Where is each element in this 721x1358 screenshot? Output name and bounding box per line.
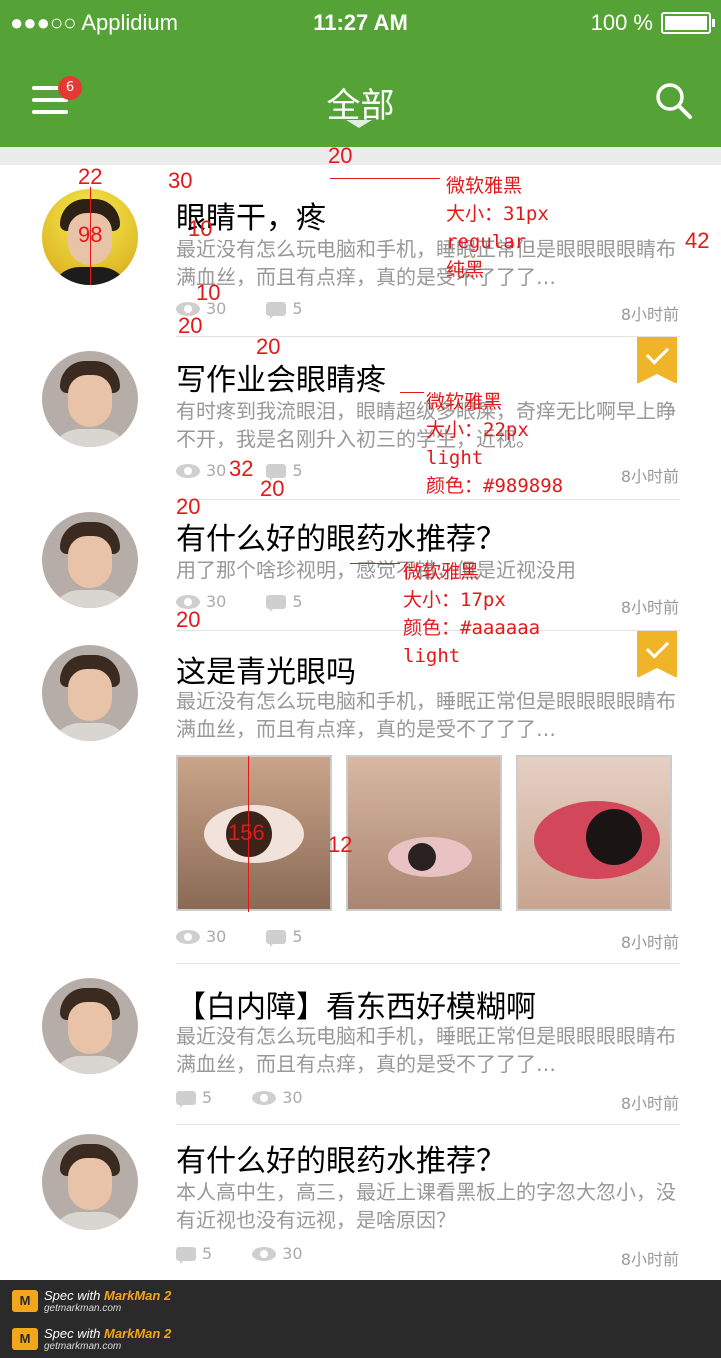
eye-icon xyxy=(252,1090,277,1105)
avatar[interactable] xyxy=(42,978,138,1074)
markman-logo: M Spec with MarkMan 2 getmarkman.com xyxy=(12,1326,171,1352)
post-title[interactable]: 有什么好的眼药水推荐？ xyxy=(176,1136,506,1180)
nav-bar: 6 全部 xyxy=(0,50,721,147)
post-body: 最近没有怎么玩电脑和手机，睡眠正常但是眼眼眼眼睛布满血丝，而且有点痒，真的是受不… xyxy=(176,689,676,741)
font-spec-note: 微软雅黑 大小：17px 颜色：#aaaaaa light xyxy=(403,561,541,667)
bookmark-icon[interactable] xyxy=(637,337,677,384)
comment-icon xyxy=(266,594,287,612)
divider xyxy=(176,1124,680,1125)
post-body: 本人高中生，高三，最近上课看黑板上的字忽大忽小，没有近视也没有远视，是啥原因？ xyxy=(176,1180,676,1232)
view-count: 30 xyxy=(206,927,227,946)
post-meta: 5 30 xyxy=(176,1088,303,1108)
post-meta: 30 5 xyxy=(176,927,303,947)
post-title[interactable]: 这是青光眼吗 xyxy=(176,647,356,691)
dimension-label: 20 xyxy=(260,476,285,501)
timestamp: 8小时前 xyxy=(620,305,679,324)
leader-line xyxy=(350,563,400,564)
timestamp: 8小时前 xyxy=(620,467,679,486)
dimension-label: 20 xyxy=(176,607,201,632)
feed-top-divider xyxy=(0,147,721,165)
post-title[interactable]: 有什么好的眼药水推荐？ xyxy=(176,514,506,558)
comment-count: 5 xyxy=(202,1244,213,1263)
font-spec-note: 微软雅黑 大小：31px regular 纯黑 xyxy=(446,175,549,281)
battery-icon xyxy=(661,12,715,34)
font-spec-note: 微软雅黑 大小：22px light 颜色：#989898 xyxy=(426,391,564,497)
comment-count: 5 xyxy=(292,461,303,480)
dimension-label: 20 xyxy=(178,313,203,338)
eye-photo-thumbnail[interactable] xyxy=(346,755,502,911)
dimension-label: 10 xyxy=(196,280,221,305)
eye-icon xyxy=(176,929,200,944)
view-count: 30 xyxy=(282,1244,303,1263)
dimension-label: 30 xyxy=(168,168,193,193)
dimension-label: 20 xyxy=(328,143,353,168)
view-count: 30 xyxy=(206,461,227,480)
eye-icon xyxy=(176,463,200,478)
status-bar: ●●●○○ Applidium 11:27 AM 100 % xyxy=(0,0,721,50)
dimension-label: 22 xyxy=(78,164,103,189)
avatar[interactable] xyxy=(42,1134,138,1230)
timestamp: 8小时前 xyxy=(620,598,679,617)
view-count: 30 xyxy=(282,1088,303,1107)
post-meta: 5 30 xyxy=(176,1244,303,1264)
comment-icon xyxy=(176,1246,196,1264)
battery-percent: 100 % xyxy=(590,10,653,35)
dimension-label: 156 xyxy=(228,820,265,845)
divider xyxy=(176,963,680,964)
comment-icon xyxy=(266,301,287,319)
dimension-label: 20 xyxy=(176,494,201,519)
post-body: 最近没有怎么玩电脑和手机，睡眠正常但是眼眼眼眼睛布满血丝，而且有点痒，真的是受不… xyxy=(176,237,676,289)
timestamp: 8小时前 xyxy=(620,1094,679,1113)
dimension-label: 12 xyxy=(328,832,353,857)
bookmark-icon[interactable] xyxy=(637,631,677,678)
chevron-down-icon[interactable] xyxy=(346,120,372,128)
dimension-label: 10 xyxy=(188,216,213,241)
post-title[interactable]: 写作业会眼睛疼 xyxy=(176,355,386,399)
comment-count: 5 xyxy=(292,592,303,611)
view-count: 30 xyxy=(206,592,227,611)
comment-count: 5 xyxy=(292,299,303,318)
leader-line xyxy=(400,392,424,393)
dimension-label: 20 xyxy=(256,334,281,359)
timestamp: 8小时前 xyxy=(620,1250,679,1269)
comment-count: 5 xyxy=(292,927,303,946)
comment-icon xyxy=(266,929,287,947)
eye-icon xyxy=(252,1246,277,1261)
comment-icon xyxy=(176,1090,196,1108)
markman-footer: M Spec with MarkMan 2 getmarkman.com M Sp… xyxy=(0,1280,721,1358)
leader-line xyxy=(330,178,440,179)
dimension-label: 42 xyxy=(685,228,710,253)
avatar[interactable] xyxy=(42,512,138,608)
battery-status: 100 % xyxy=(590,10,715,36)
dimension-label: 98 xyxy=(78,222,103,247)
search-icon[interactable] xyxy=(655,82,693,120)
divider xyxy=(176,336,680,337)
eye-photo-thumbnail[interactable] xyxy=(516,755,672,911)
markman-logo: M Spec with MarkMan 2 getmarkman.com xyxy=(12,1288,171,1314)
post-body: 最近没有怎么玩电脑和手机，睡眠正常但是眼眼眼眼睛布满血丝，而且有点痒，真的是受不… xyxy=(176,1024,676,1076)
dimension-label: 32 xyxy=(229,456,254,481)
timestamp: 8小时前 xyxy=(620,933,679,952)
post-title[interactable]: 【白内障】看东西好模糊啊 xyxy=(176,982,536,1026)
avatar[interactable] xyxy=(42,645,138,741)
comment-count: 5 xyxy=(202,1088,213,1107)
avatar[interactable] xyxy=(42,351,138,447)
